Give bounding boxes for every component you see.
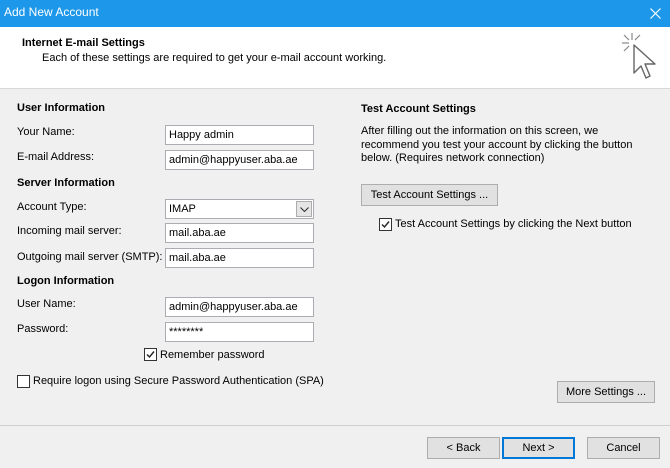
- test-settings-description: After filling out the information on thi…: [361, 125, 633, 164]
- window-title: Add New Account: [4, 5, 99, 19]
- title-bar: Add New Account: [0, 0, 670, 27]
- page-subtitle: Each of these settings are required to g…: [42, 52, 387, 64]
- cursor-click-icon: [622, 33, 656, 79]
- account-type-value: IMAP: [169, 203, 196, 215]
- incoming-server-input[interactable]: mail.aba.ae: [165, 223, 314, 243]
- server-info-heading: Server Information: [17, 177, 115, 189]
- account-type-label: Account Type:: [17, 201, 87, 213]
- incoming-server-label: Incoming mail server:: [17, 225, 122, 237]
- account-type-dropdown-button[interactable]: [296, 201, 312, 217]
- checkmark-icon: [381, 221, 390, 229]
- test-on-next-checkbox[interactable]: [379, 218, 392, 231]
- email-address-input[interactable]: admin@happyuser.aba.ae: [165, 150, 314, 170]
- checkmark-icon: [146, 351, 155, 359]
- logon-info-heading: Logon Information: [17, 275, 115, 287]
- spa-checkbox[interactable]: [17, 375, 30, 388]
- your-name-label: Your Name:: [17, 126, 75, 138]
- test-settings-heading: Test Account Settings: [361, 103, 476, 115]
- account-type-select[interactable]: IMAP: [165, 199, 314, 219]
- test-on-next-label[interactable]: Test Account Settings by clicking the Ne…: [395, 218, 632, 230]
- user-name-input[interactable]: admin@happyuser.aba.ae: [165, 297, 314, 317]
- test-account-settings-button[interactable]: Test Account Settings ...: [361, 184, 498, 206]
- header-panel: Internet E-mail Settings Each of these s…: [0, 27, 670, 89]
- next-button[interactable]: Next >: [502, 437, 575, 459]
- remember-password-checkbox[interactable]: [144, 348, 157, 361]
- email-address-label: E-mail Address:: [17, 151, 95, 163]
- spa-label[interactable]: Require logon using Secure Password Auth…: [33, 375, 324, 387]
- cancel-button[interactable]: Cancel: [587, 437, 660, 459]
- your-name-input[interactable]: Happy admin: [165, 125, 314, 145]
- more-settings-button[interactable]: More Settings ...: [557, 381, 655, 403]
- user-info-heading: User Information: [17, 102, 106, 114]
- outgoing-server-input[interactable]: mail.aba.ae: [165, 248, 314, 268]
- password-input[interactable]: ********: [165, 322, 314, 342]
- footer-divider: [0, 425, 670, 426]
- password-label: Password:: [17, 323, 69, 335]
- outgoing-server-label: Outgoing mail server (SMTP):: [17, 251, 163, 263]
- page-title: Internet E-mail Settings: [22, 37, 145, 49]
- chevron-down-icon: [300, 207, 309, 212]
- close-icon[interactable]: [650, 8, 661, 19]
- user-name-label: User Name:: [17, 298, 76, 310]
- close-button[interactable]: [640, 0, 670, 27]
- back-button[interactable]: < Back: [427, 437, 500, 459]
- remember-password-label[interactable]: Remember password: [160, 349, 265, 361]
